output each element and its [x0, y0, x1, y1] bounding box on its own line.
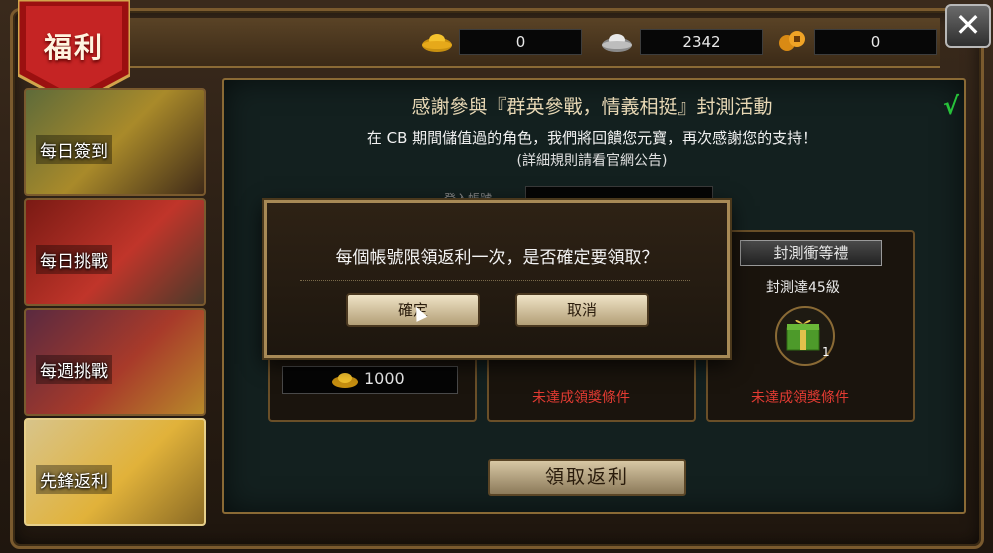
- sidebar-item-daily-challenge[interactable]: 每日挑戰: [24, 198, 206, 306]
- event-title: 感謝參與『群英參戰，情義相挺』封測活動: [411, 96, 773, 118]
- sidebar-item-pioneer-rebate[interactable]: 先鋒返利: [24, 418, 206, 526]
- coin-value: 0: [814, 29, 937, 55]
- sidebar-item-label: 先鋒返利: [36, 465, 112, 494]
- window-title: 福利: [43, 31, 104, 64]
- sidebar-item-label: 每日挑戰: [36, 245, 112, 274]
- close-button[interactable]: ✕: [945, 4, 991, 48]
- sidebar-item-daily-signin[interactable]: 每日簽到: [24, 88, 206, 196]
- gift-box-icon: [786, 319, 820, 351]
- sidebar-item-label: 每日簽到: [36, 135, 112, 164]
- silver-ingot-icon: [602, 34, 632, 52]
- dialog-message: 每個帳號限領返利一次，是否確定要領取？: [335, 248, 659, 268]
- cancel-button[interactable]: 取消: [515, 293, 649, 327]
- check-icon: √: [943, 92, 960, 120]
- sidebar-item-label: 每週挑戰: [36, 355, 112, 384]
- gold-ingot-icon: [332, 373, 358, 388]
- claim-rebate-button[interactable]: 領取返利: [488, 459, 686, 496]
- dialog-divider: [300, 280, 690, 281]
- event-description: 在 CB 期間儲值過的角色，我們將回饋您元寶，再次感謝您的支持！: [366, 129, 818, 147]
- right-card-requirement: 封測達45級: [766, 280, 840, 296]
- right-card-title: 封測衝等禮: [740, 240, 882, 266]
- rebate-amount: 1000: [364, 369, 405, 388]
- coins-icon: [779, 31, 805, 51]
- gold-ingot-icon: [422, 34, 452, 52]
- sidebar-item-weekly-challenge[interactable]: 每週挑戰: [24, 308, 206, 416]
- middle-status: 未達成領獎條件: [532, 390, 630, 406]
- event-note: (詳細規則請看官網公告): [516, 153, 668, 169]
- right-card-status: 未達成領獎條件: [751, 390, 849, 406]
- close-icon: ✕: [954, 6, 982, 44]
- gift-count: 1: [822, 345, 830, 359]
- confirm-dialog: [264, 200, 730, 358]
- silver-value: 2342: [640, 29, 763, 55]
- gold-value: 0: [459, 29, 582, 55]
